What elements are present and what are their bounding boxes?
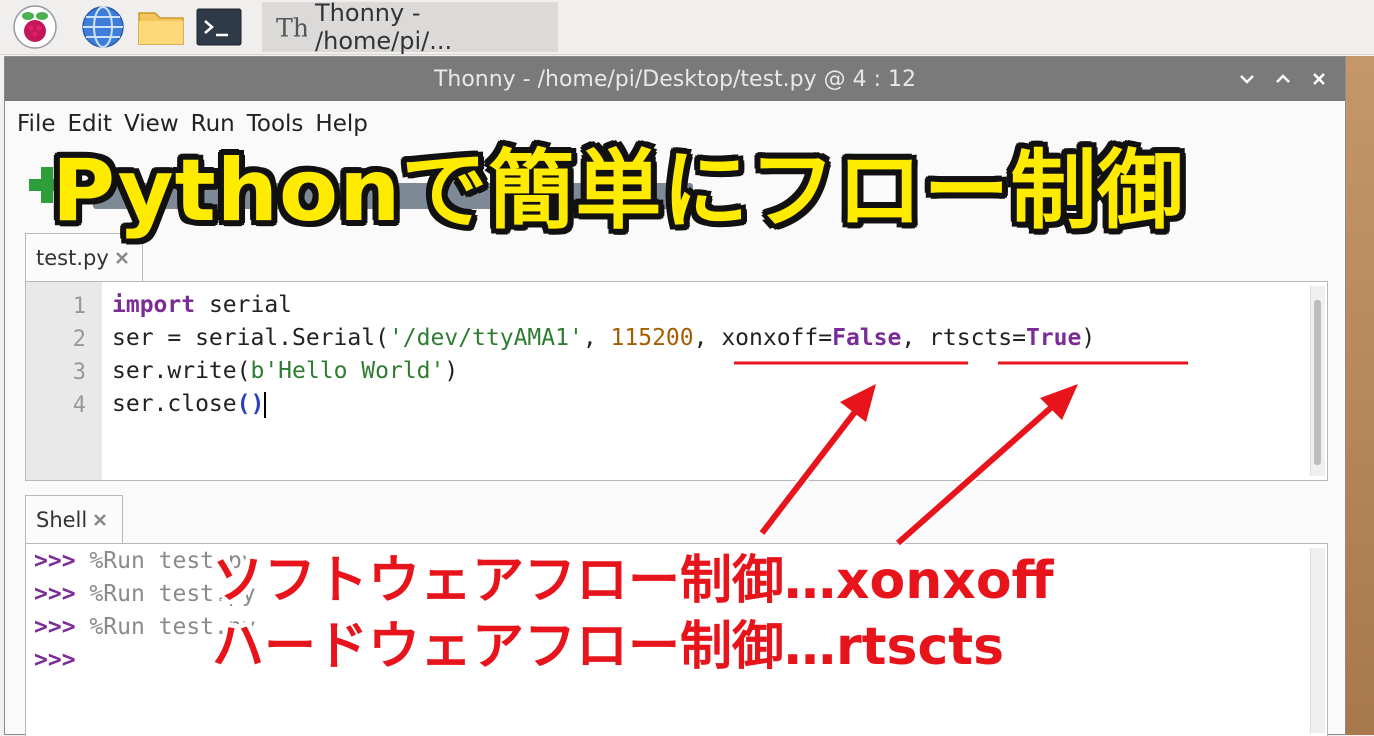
arrow-rtscts (894, 381, 1081, 547)
annotation-hardware-flow-control: ハードウェアフロー制御…rtscts (212, 617, 1005, 677)
arrow-xonxoff (758, 381, 879, 537)
annotation-software-flow-control: ソフトウェアフロー制御…xonxoff (212, 551, 1054, 611)
